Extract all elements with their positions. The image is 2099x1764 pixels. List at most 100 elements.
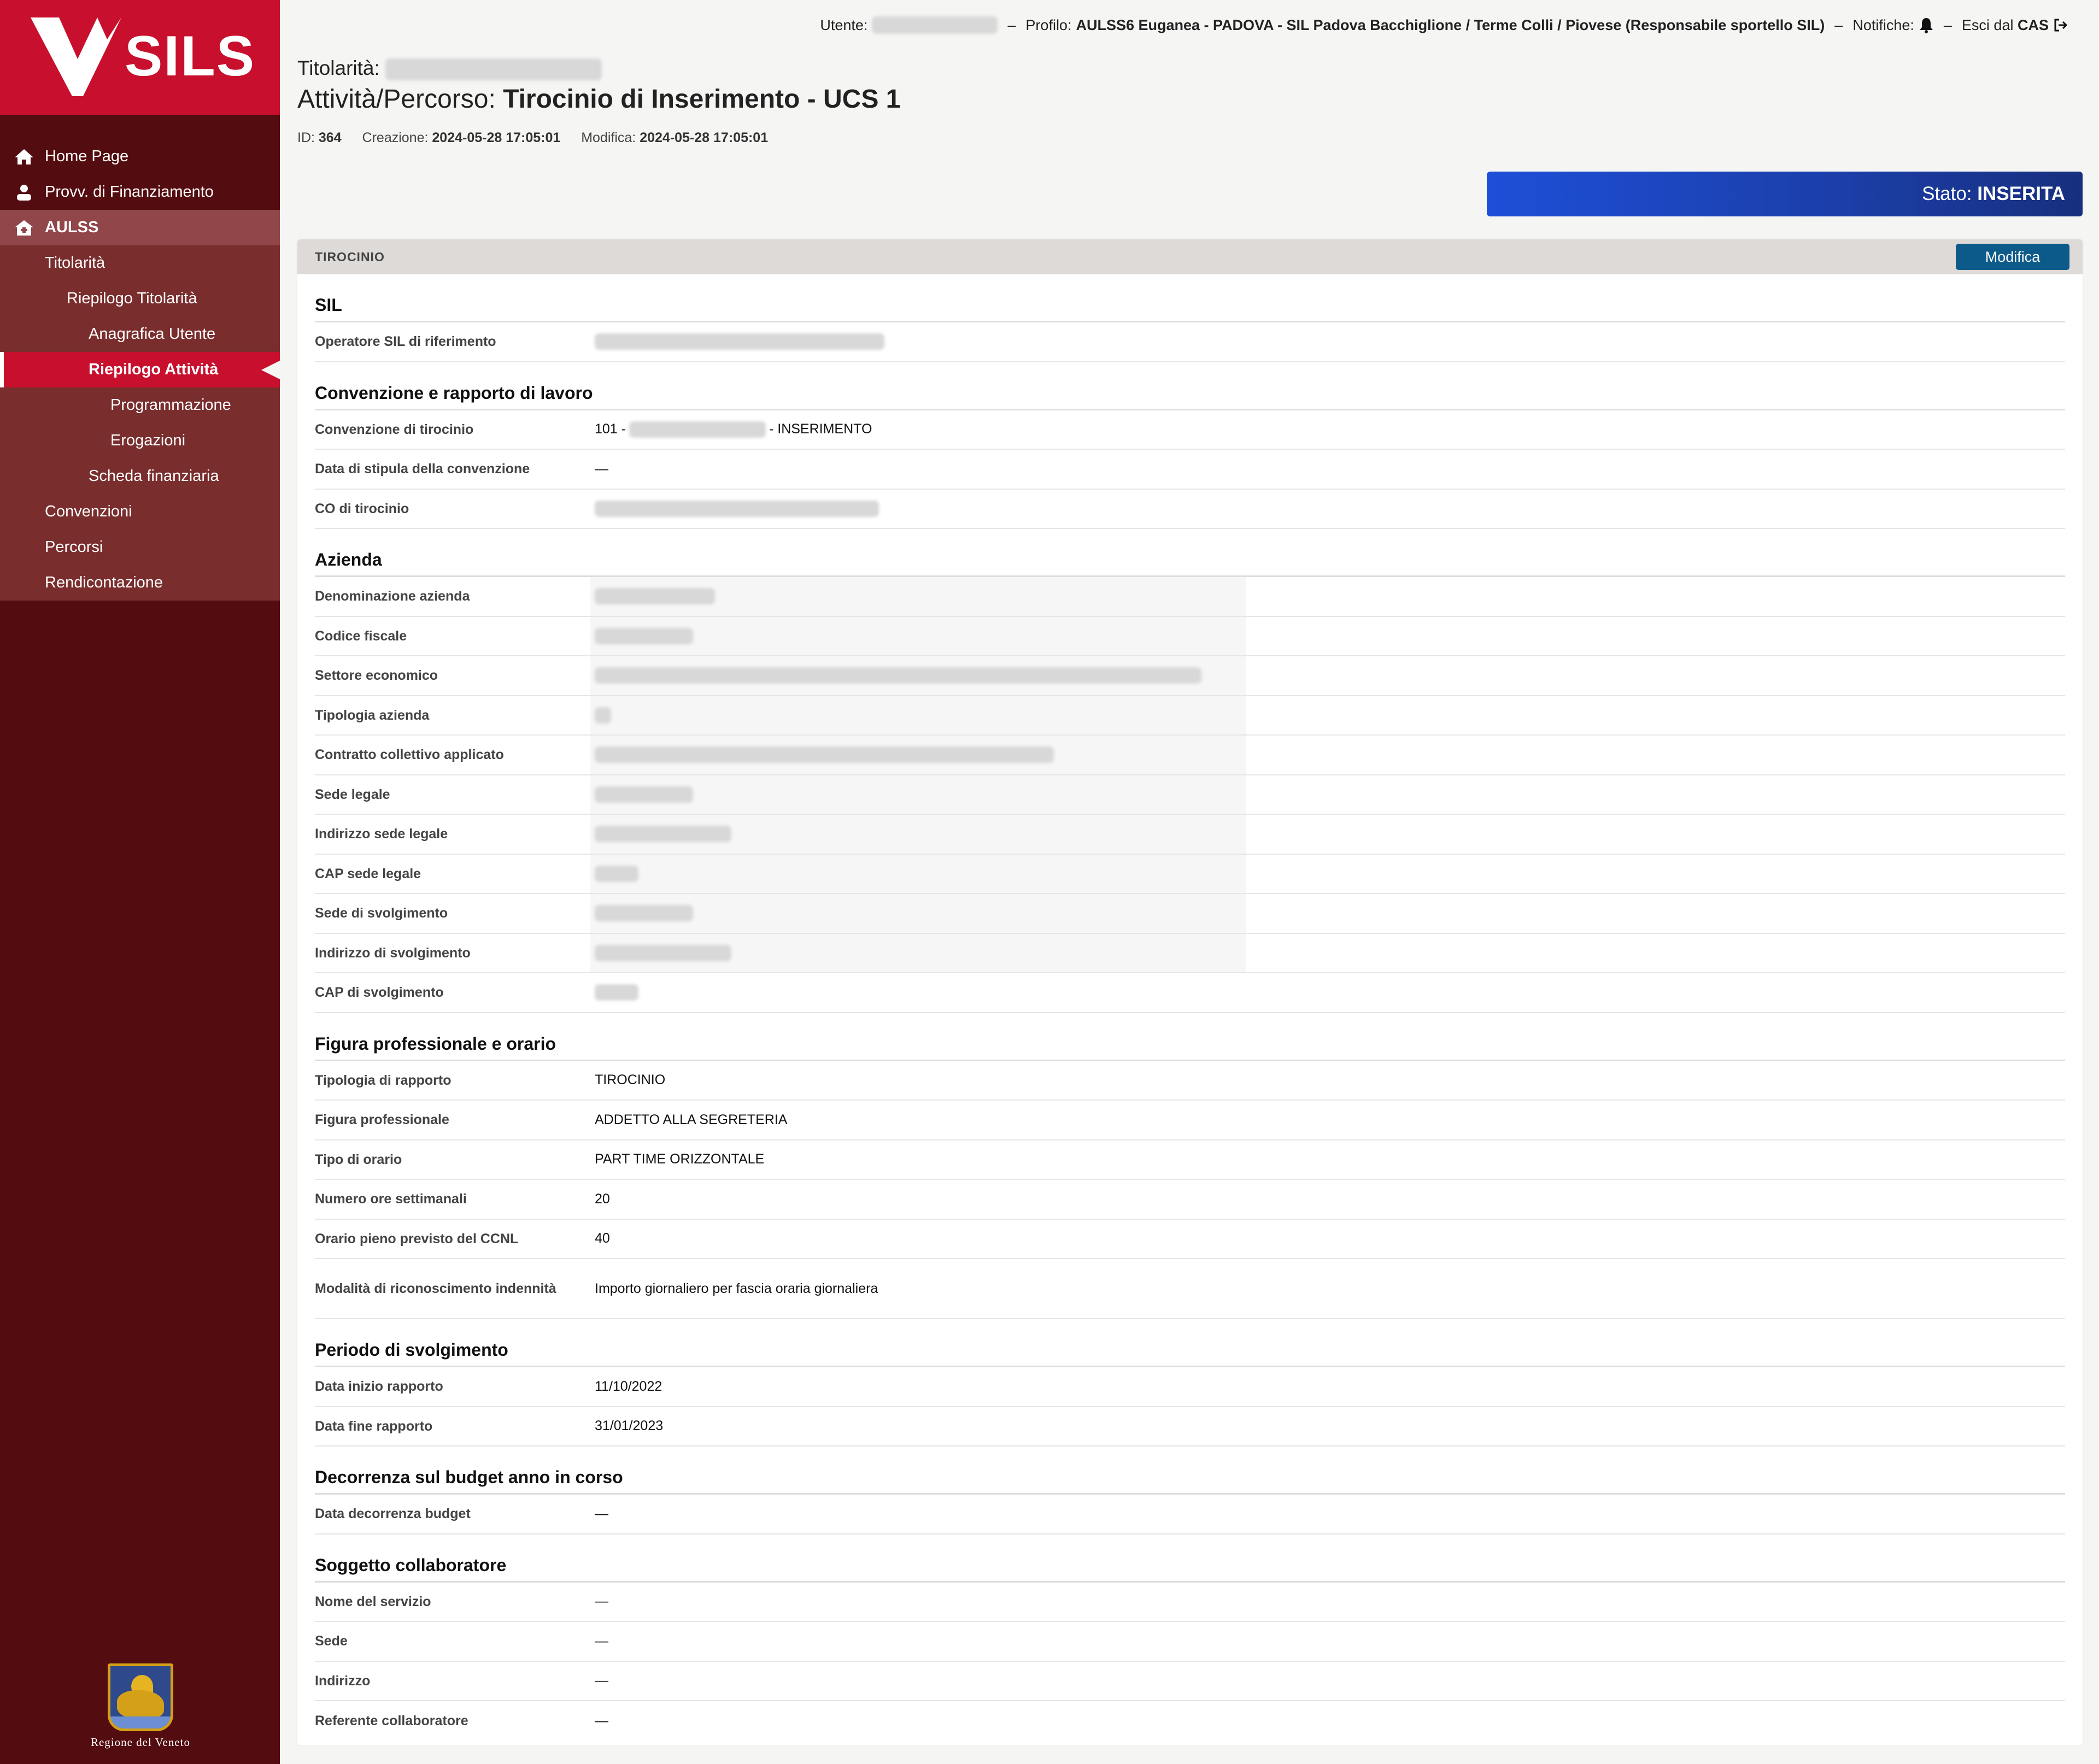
separator: –: [1007, 16, 1016, 33]
regione-veneto-lion-icon: [108, 1663, 173, 1731]
field-label: Operatore SIL di riferimento: [315, 334, 496, 350]
sidebar-item-label: Anagrafica Utente: [89, 325, 216, 343]
field-row: Data inizio rapporto 11/10/2022: [315, 1367, 2065, 1407]
field-label: Data decorrenza budget: [315, 1506, 471, 1522]
sidebar-item-riepilogo-titolarita[interactable]: Riepilogo Titolarità: [0, 281, 280, 316]
home-icon: [15, 149, 33, 164]
field-value: 31/01/2023: [595, 1418, 664, 1434]
status-label: Stato:: [1922, 183, 1972, 204]
field-row: Contratto collettivo applicato: [315, 736, 2065, 775]
field-label: Indirizzo di svolgimento: [315, 945, 471, 961]
field-row: Sede —: [315, 1622, 2065, 1662]
card-header-label: TIROCINIO: [315, 250, 385, 264]
field-row: Convenzione di tirocinio 101 - - INSERIM…: [315, 410, 2065, 450]
field-label: Denominazione azienda: [315, 589, 470, 604]
field-value: —: [595, 1506, 608, 1521]
field-value: [595, 944, 735, 961]
field-label: CO di tirocinio: [315, 501, 409, 516]
field-label: Figura professionale: [315, 1112, 449, 1128]
titolarita-value-redacted: [385, 58, 602, 81]
section-title-figura: Figura professionale e orario: [315, 1013, 2065, 1061]
field-value: [595, 707, 614, 724]
logout-icon[interactable]: [2053, 17, 2068, 33]
field-label: Data fine rapporto: [315, 1418, 433, 1434]
logout-link[interactable]: Esci dal CAS: [1962, 17, 2049, 34]
user-name-redacted: [872, 16, 998, 34]
sidebar-item-label: Riepilogo Titolarità: [67, 290, 197, 307]
field-row: Orario pieno previsto del CCNL 40: [315, 1220, 2065, 1259]
field-label: Indirizzo: [315, 1673, 371, 1689]
sidebar-item-programmazione[interactable]: Programmazione: [0, 387, 280, 423]
top-bar: Utente: – Profilo: AULSS6 Euganea - PADO…: [820, 16, 2068, 34]
field-label: Numero ore settimanali: [315, 1191, 467, 1207]
modified-label: Modifica:: [581, 130, 636, 145]
sidebar-item-label: Rendicontazione: [45, 574, 163, 591]
field-value: —: [595, 1594, 608, 1609]
field-value: [595, 905, 696, 922]
sidebar-item-label: Erogazioni: [110, 432, 186, 449]
section-title-sil: SIL: [315, 274, 2065, 322]
app-logo-text: SILS: [125, 25, 256, 88]
created-value: 2024-05-28 17:05:01: [432, 130, 561, 145]
field-row: Figura professionale ADDETTO ALLA SEGRET…: [315, 1101, 2065, 1140]
field-value: —: [595, 461, 608, 477]
sidebar-item-label: Titolarità: [45, 254, 105, 272]
sidebar-item-titolarita[interactable]: Titolarità: [0, 245, 280, 281]
sidebar-item-finanziamento[interactable]: Provv. di Finanziamento: [0, 174, 280, 210]
field-value: [595, 746, 1057, 763]
sidebar-item-home[interactable]: Home Page: [0, 139, 280, 174]
created-label: Creazione:: [362, 130, 429, 145]
notifications-label: Notifiche:: [1852, 16, 1914, 33]
sidebar-item-percorsi[interactable]: Percorsi: [0, 530, 280, 565]
field-row: Settore economico: [315, 656, 2065, 696]
sidebar-item-erogazioni[interactable]: Erogazioni: [0, 423, 280, 458]
field-label: Nome del servizio: [315, 1594, 431, 1609]
tirocinio-card: TIROCINIO Modifica SIL Operatore SIL di …: [297, 239, 2083, 1745]
field-row: CO di tirocinio: [315, 490, 2065, 529]
page-title: Attività/Percorso: Tirocinio di Inserime…: [297, 84, 900, 114]
sidebar-item-riepilogo-attivita[interactable]: Riepilogo Attività: [0, 352, 280, 387]
field-row: Data decorrenza budget —: [315, 1495, 2065, 1534]
section-title-periodo: Periodo di svolgimento: [315, 1319, 2065, 1367]
field-row: Referente collaboratore —: [315, 1701, 2065, 1741]
profile-value[interactable]: AULSS6 Euganea - PADOVA - SIL Padova Bac…: [1076, 17, 1825, 34]
app-logo[interactable]: SILS: [0, 0, 280, 115]
edit-button[interactable]: Modifica: [1956, 244, 2069, 270]
region-name: Regione del Veneto: [90, 1736, 191, 1749]
field-label: Sede: [315, 1633, 348, 1649]
field-label: Convenzione di tirocinio: [315, 421, 474, 437]
field-row: Sede legale: [315, 775, 2065, 815]
field-value: 20: [595, 1191, 610, 1207]
card-header: TIROCINIO Modifica: [297, 239, 2083, 274]
field-row: Denominazione azienda: [315, 577, 2065, 617]
field-row: Indirizzo di svolgimento: [315, 933, 2065, 973]
field-value: [595, 333, 888, 350]
field-label: CAP sede legale: [315, 866, 421, 881]
field-row: Nome del servizio —: [315, 1583, 2065, 1622]
sidebar-item-convenzioni[interactable]: Convenzioni: [0, 494, 280, 530]
sidebar-item-rendicontazione[interactable]: Rendicontazione: [0, 565, 280, 601]
sidebar-item-scheda-finanziaria[interactable]: Scheda finanziaria: [0, 458, 280, 494]
field-row: Modalità di riconoscimento indennità Imp…: [315, 1259, 2065, 1319]
field-value: [595, 588, 718, 605]
id-label: ID:: [297, 130, 315, 145]
user-icon: [17, 185, 31, 201]
bell-icon[interactable]: [1919, 17, 1934, 33]
field-value: 11/10/2022: [595, 1378, 662, 1394]
titolarita-label: Titolarità:: [297, 57, 380, 79]
sidebar-item-label: Provv. di Finanziamento: [45, 183, 214, 201]
sidebar-item-anagrafica-utente[interactable]: Anagrafica Utente: [0, 316, 280, 352]
convenzione-suffix: - INSERIMENTO: [769, 421, 872, 437]
field-value: [595, 984, 642, 1001]
field-label: Indirizzo sede legale: [315, 826, 448, 842]
field-value: [595, 786, 696, 803]
field-label: Modalità di riconoscimento indennità: [315, 1281, 556, 1296]
sidebar-item-aulss[interactable]: AULSS: [0, 210, 280, 245]
convenzione-prefix: 101 -: [595, 421, 626, 437]
field-row: Codice fiscale: [315, 616, 2065, 656]
field-label: Contratto collettivo applicato: [315, 747, 504, 763]
sidebar-item-label: Scheda finanziaria: [89, 467, 219, 485]
field-row: Data fine rapporto 31/01/2023: [315, 1407, 2065, 1447]
profile-label: Profilo:: [1025, 16, 1072, 33]
id-value: 364: [318, 130, 342, 145]
